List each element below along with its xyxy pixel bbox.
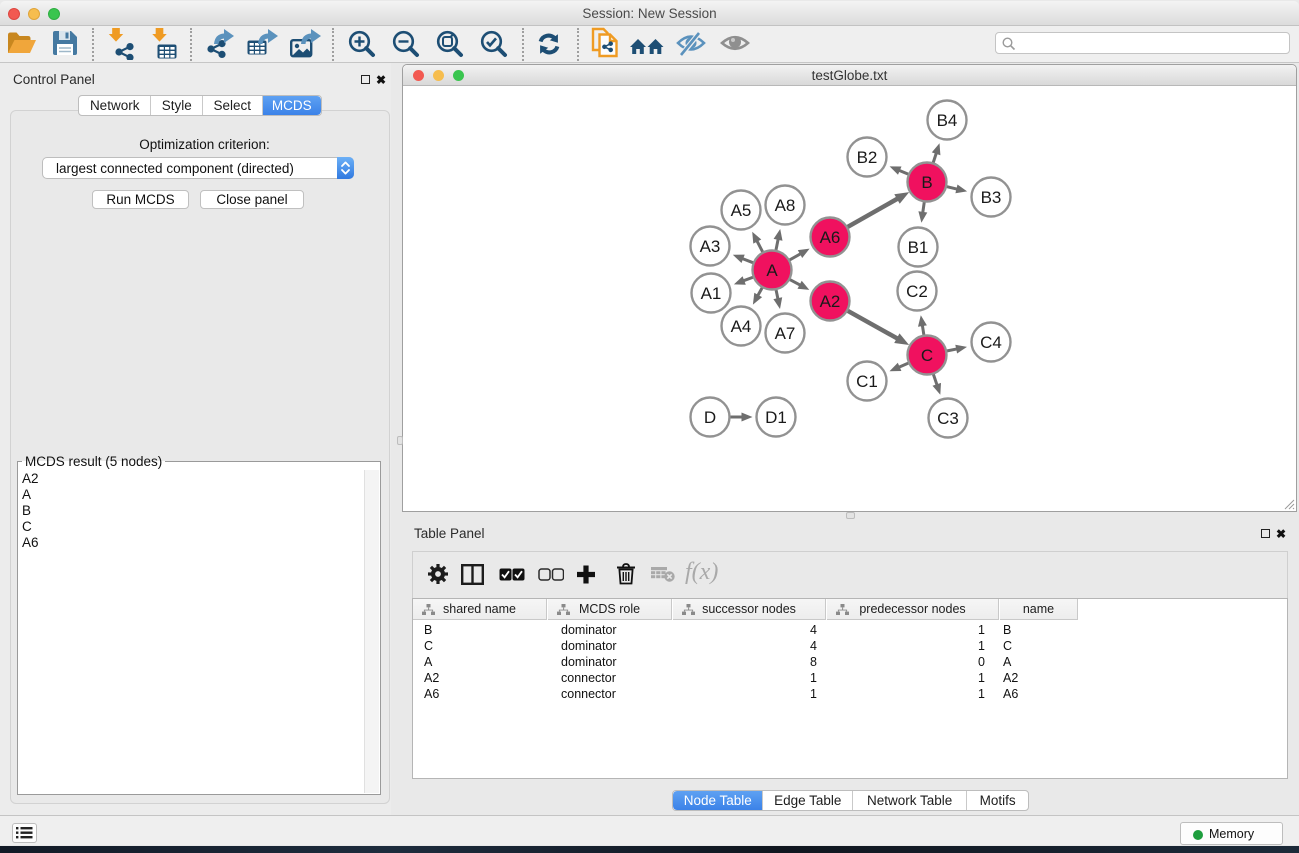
svg-text:C2: C2 (906, 282, 928, 301)
svg-text:A1: A1 (701, 284, 722, 303)
svg-text:A: A (766, 261, 778, 280)
svg-text:D: D (704, 408, 716, 427)
svg-text:A5: A5 (731, 201, 752, 220)
svg-text:A6: A6 (820, 228, 841, 247)
svg-text:C: C (921, 346, 933, 365)
svg-text:B4: B4 (937, 111, 958, 130)
svg-text:C4: C4 (980, 333, 1002, 352)
svg-text:A7: A7 (775, 324, 796, 343)
svg-text:C3: C3 (937, 409, 959, 428)
svg-text:A8: A8 (775, 196, 796, 215)
svg-text:C1: C1 (856, 372, 878, 391)
svg-text:A3: A3 (700, 237, 721, 256)
svg-text:D1: D1 (765, 408, 787, 427)
svg-text:A2: A2 (820, 292, 841, 311)
svg-text:B2: B2 (857, 148, 878, 167)
svg-text:B: B (921, 173, 932, 192)
svg-text:B3: B3 (981, 188, 1002, 207)
svg-text:A4: A4 (731, 317, 752, 336)
svg-text:B1: B1 (908, 238, 929, 257)
